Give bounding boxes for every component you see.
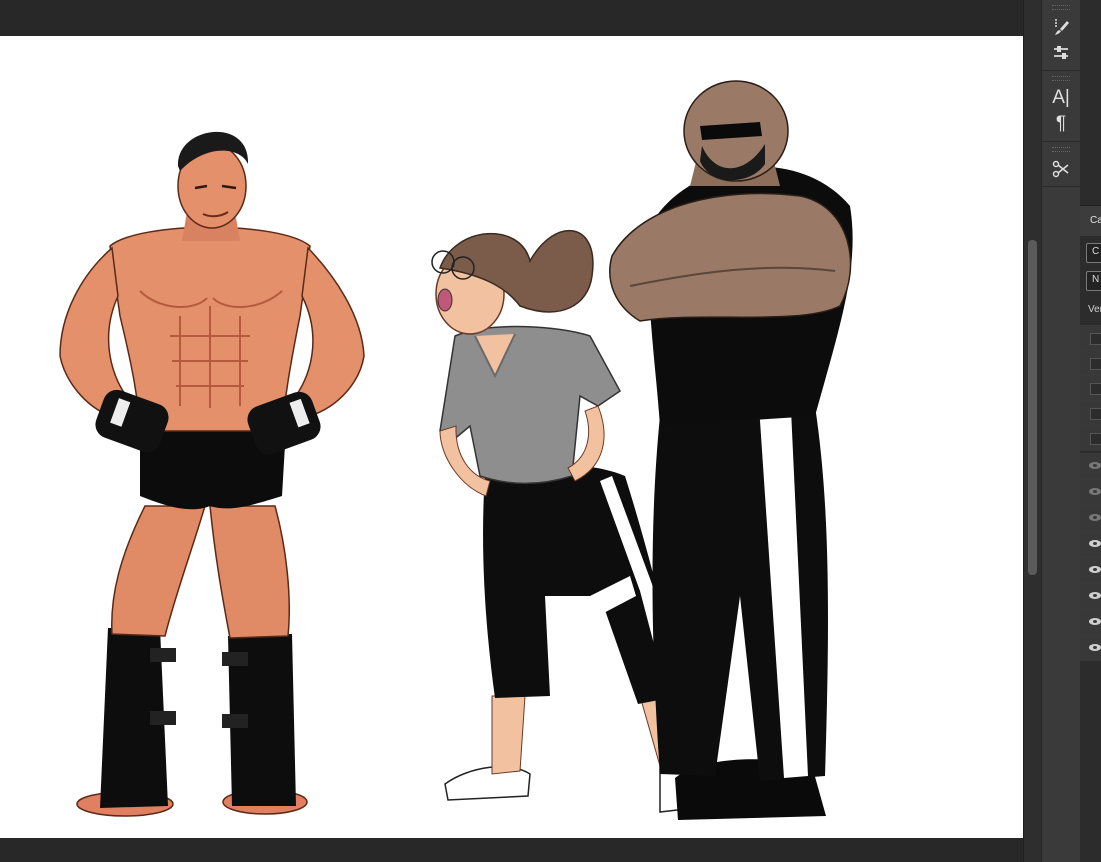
layer-row[interactable] (1080, 635, 1101, 661)
layer-row[interactable] (1080, 453, 1101, 479)
scissors-icon[interactable] (1046, 156, 1076, 182)
panel-grip[interactable] (1052, 76, 1070, 81)
layer-checkbox[interactable] (1090, 408, 1101, 420)
panel-dropdown-2[interactable]: N (1086, 271, 1101, 291)
paragraph-icon[interactable]: ¶ (1046, 111, 1076, 137)
panel-label: Ver (1088, 304, 1101, 315)
panel-dropdown-1-label: C (1092, 246, 1100, 257)
tool-group-misc (1042, 142, 1080, 187)
eye-icon[interactable] (1089, 566, 1101, 573)
fighter-figure (59, 131, 365, 817)
tool-panel: A| ¶ (1041, 0, 1081, 862)
panel-dropdown-1[interactable]: C (1086, 243, 1101, 263)
tool-group-type: A| ¶ (1042, 71, 1080, 142)
layer-row[interactable] (1080, 425, 1101, 451)
document-canvas[interactable] (0, 36, 1023, 838)
layer-row[interactable] (1080, 609, 1101, 635)
artwork (59, 80, 853, 820)
vertical-scrollbar[interactable] (1023, 0, 1041, 862)
layer-checkbox[interactable] (1090, 383, 1101, 395)
eye-icon[interactable] (1089, 618, 1101, 625)
document-header-bar (0, 0, 1023, 36)
panel-dropdown-2-label: N (1092, 274, 1100, 285)
layer-row[interactable] (1080, 375, 1101, 401)
layer-row[interactable] (1080, 479, 1101, 505)
layer-checkbox[interactable] (1090, 433, 1101, 445)
adjust-icon[interactable] (1046, 40, 1076, 66)
panel-tab[interactable]: Ca (1090, 215, 1101, 226)
eye-icon[interactable] (1089, 644, 1101, 651)
brush-icon[interactable] (1046, 14, 1076, 40)
eye-icon[interactable] (1089, 488, 1101, 495)
layer-row[interactable] (1080, 557, 1101, 583)
eye-icon[interactable] (1089, 514, 1101, 521)
layer-checkbox[interactable] (1090, 333, 1101, 345)
layer-row[interactable] (1080, 505, 1101, 531)
layer-checkbox[interactable] (1090, 358, 1101, 370)
type-glyph: A| (1052, 87, 1070, 108)
layer-row[interactable] (1080, 325, 1101, 351)
layer-row[interactable] (1080, 350, 1101, 376)
layer-row[interactable] (1080, 583, 1101, 609)
eye-icon[interactable] (1089, 540, 1101, 547)
eye-icon[interactable] (1089, 462, 1101, 469)
paragraph-glyph: ¶ (1055, 113, 1067, 134)
layers-panel: Ca C N Ver (1080, 0, 1101, 862)
panel-grip[interactable] (1052, 147, 1070, 152)
layer-row[interactable] (1080, 400, 1101, 426)
layer-row[interactable] (1080, 531, 1101, 557)
panel-grip[interactable] (1052, 5, 1070, 10)
status-bar (0, 838, 1023, 862)
scrollbar-thumb[interactable] (1028, 240, 1037, 575)
panel-header: Ca (1080, 205, 1101, 236)
type-icon[interactable]: A| (1046, 85, 1076, 111)
eye-icon[interactable] (1089, 592, 1101, 599)
tool-group-brushes (1042, 0, 1080, 71)
